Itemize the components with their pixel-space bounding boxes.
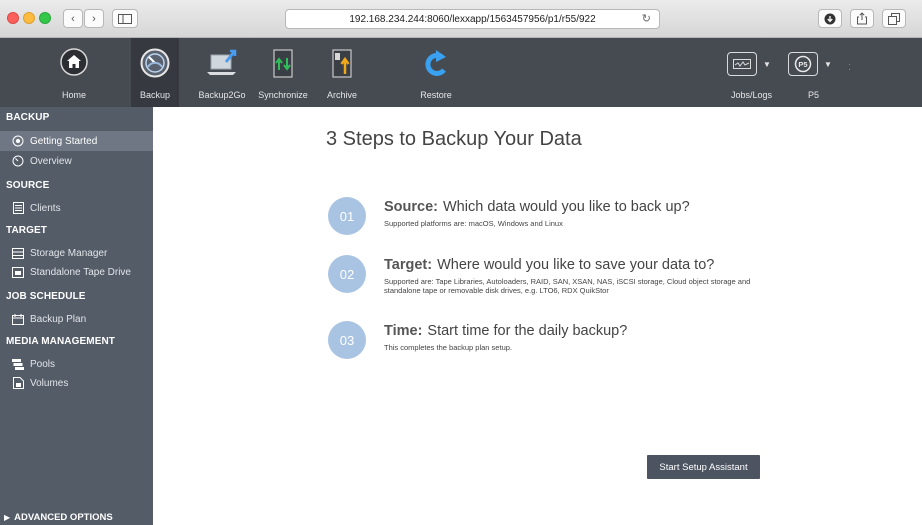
sidebar-item-standalone-tape-drive[interactable]: Standalone Tape Drive: [0, 262, 153, 282]
advanced-options-toggle[interactable]: ▶ ADVANCED OPTIONS: [4, 512, 113, 523]
caret-down-icon: ▼: [763, 59, 771, 69]
step-key: Source:: [384, 199, 438, 215]
sidebar-section-target: TARGET: [6, 225, 47, 236]
back-button[interactable]: ‹: [63, 9, 83, 28]
step-description: Supported are: Tape Libraries, Autoloade…: [384, 277, 751, 295]
sidebar-item-backup-plan[interactable]: Backup Plan: [0, 309, 153, 329]
getting-started-icon: [12, 135, 24, 147]
caret-down-icon: ▼: [824, 59, 832, 69]
sidebar-section-job-schedule: JOB SCHEDULE: [6, 291, 86, 302]
sidebar-section-source: SOURCE: [6, 180, 50, 191]
toolbar-home[interactable]: Home: [50, 38, 98, 107]
reload-icon[interactable]: ↻: [642, 12, 651, 25]
sidebar-item-overview[interactable]: Overview: [0, 151, 153, 171]
sidebar: BACKUP Getting Started Overview SOURCE C…: [0, 107, 153, 525]
share-icon: [857, 12, 867, 25]
toolbar-restore[interactable]: Restore: [412, 38, 460, 107]
step-heading: Source: Which data would you like to back…: [384, 199, 690, 215]
jobs-logs-menu[interactable]: ▼: [727, 51, 771, 77]
sidebar-item-label: Storage Manager: [30, 247, 108, 259]
sidebar-toggle-button[interactable]: [112, 9, 138, 28]
step-description: Supported platforms are: macOS, Windows …: [384, 219, 563, 228]
share-button[interactable]: [850, 9, 874, 28]
synchronize-icon: [273, 49, 293, 78]
archive-icon: [332, 49, 352, 78]
toolbar-backup-label: Backup: [139, 90, 171, 100]
step-number-badge: 03: [328, 321, 366, 359]
gauge-icon: [12, 155, 24, 167]
sidebar-item-label: Overview: [30, 155, 72, 167]
toolbar-synchronize[interactable]: Synchronize: [254, 38, 312, 107]
step-question: Start time for the daily backup?: [427, 323, 628, 339]
sidebar-icon: [118, 13, 132, 24]
sidebar-item-label: Getting Started: [30, 135, 98, 147]
advanced-options-label: ADVANCED OPTIONS: [14, 512, 113, 523]
toolbar-archive-label: Archive: [326, 90, 357, 100]
home-icon: [60, 48, 88, 76]
step-number-badge: 02: [328, 255, 366, 293]
app-toolbar: Home Backup Backup2Go Synchronize Archiv…: [0, 38, 922, 107]
sidebar-item-getting-started[interactable]: Getting Started: [0, 131, 153, 151]
restore-icon: [425, 50, 446, 76]
step-heading: Target: Where would you like to save your…: [384, 257, 714, 273]
sidebar-section-backup: BACKUP: [6, 112, 50, 123]
sidebar-item-label: Standalone Tape Drive: [30, 266, 131, 278]
url-text: 192.168.234.244:8060/lexxapp/1563457956/…: [349, 13, 596, 25]
sidebar-item-pools[interactable]: Pools: [0, 354, 153, 374]
step-key: Time:: [384, 323, 423, 339]
tabs-button[interactable]: [882, 9, 906, 28]
p5-icon: P5: [788, 52, 818, 76]
laptop-icon: [207, 49, 237, 75]
close-window-button[interactable]: [7, 12, 19, 24]
sidebar-item-storage-manager[interactable]: Storage Manager: [0, 243, 153, 263]
page-title: 3 Steps to Backup Your Data: [326, 128, 582, 150]
sidebar-item-clients[interactable]: Clients: [0, 198, 153, 218]
jobs-logs-label: Jobs/Logs: [731, 90, 773, 100]
step-heading: Time: Start time for the daily backup?: [384, 323, 627, 339]
chevron-right-icon: ›: [92, 12, 96, 25]
p5-badge-text: P5: [798, 60, 807, 69]
triangle-right-icon: ▶: [4, 513, 11, 522]
sidebar-item-label: Backup Plan: [30, 313, 87, 325]
monitor-icon: [727, 52, 757, 76]
forward-button[interactable]: ›: [84, 9, 104, 28]
more-handle-icon[interactable]: · ·: [848, 60, 851, 74]
sidebar-item-label: Pools: [30, 358, 56, 370]
download-icon: [824, 13, 836, 24]
tape-drive-icon: [12, 266, 24, 278]
volume-icon: [12, 377, 24, 389]
step-description: This completes the backup plan setup.: [384, 343, 512, 352]
main-content: 3 Steps to Backup Your Data 01 Source: Wh…: [153, 107, 922, 525]
step-question: Which data would you like to back up?: [443, 199, 690, 215]
toolbar-restore-label: Restore: [420, 90, 452, 100]
calendar-icon: [12, 313, 24, 325]
step-key: Target:: [384, 257, 433, 273]
toolbar-synchronize-label: Synchronize: [258, 90, 308, 100]
toolbar-archive[interactable]: Archive: [322, 38, 362, 107]
start-setup-assistant-button[interactable]: Start Setup Assistant: [647, 455, 760, 479]
chevron-left-icon: ‹: [71, 12, 75, 25]
minimize-window-button[interactable]: [23, 12, 35, 24]
p5-label: P5: [808, 90, 820, 100]
sidebar-section-media-management: MEDIA MANAGEMENT: [6, 336, 116, 347]
clients-icon: [12, 202, 24, 214]
toolbar-home-label: Home: [61, 90, 86, 100]
sidebar-item-label: Clients: [30, 202, 61, 214]
step-question: Where would you like to save your data t…: [437, 257, 715, 273]
pools-icon: [12, 358, 24, 370]
storage-icon: [12, 247, 24, 259]
toolbar-backup[interactable]: Backup: [131, 38, 179, 107]
address-bar[interactable]: 192.168.234.244:8060/lexxapp/1563457956/…: [285, 9, 660, 29]
toolbar-backup2go-label: Backup2Go: [198, 90, 246, 100]
toolbar-backup2go[interactable]: Backup2Go: [196, 38, 248, 107]
downloads-button[interactable]: [818, 9, 842, 28]
zoom-window-button[interactable]: [39, 12, 51, 24]
sidebar-item-label: Volumes: [30, 377, 69, 389]
p5-menu[interactable]: P5 ▼: [788, 51, 832, 77]
step-number-badge: 01: [328, 197, 366, 235]
tabs-icon: [888, 12, 900, 25]
backup-gauge-icon: [140, 48, 170, 78]
sidebar-item-volumes[interactable]: Volumes: [0, 373, 153, 393]
browser-chrome: ‹ › 192.168.234.244:8060/lexxapp/1563457…: [0, 0, 922, 38]
